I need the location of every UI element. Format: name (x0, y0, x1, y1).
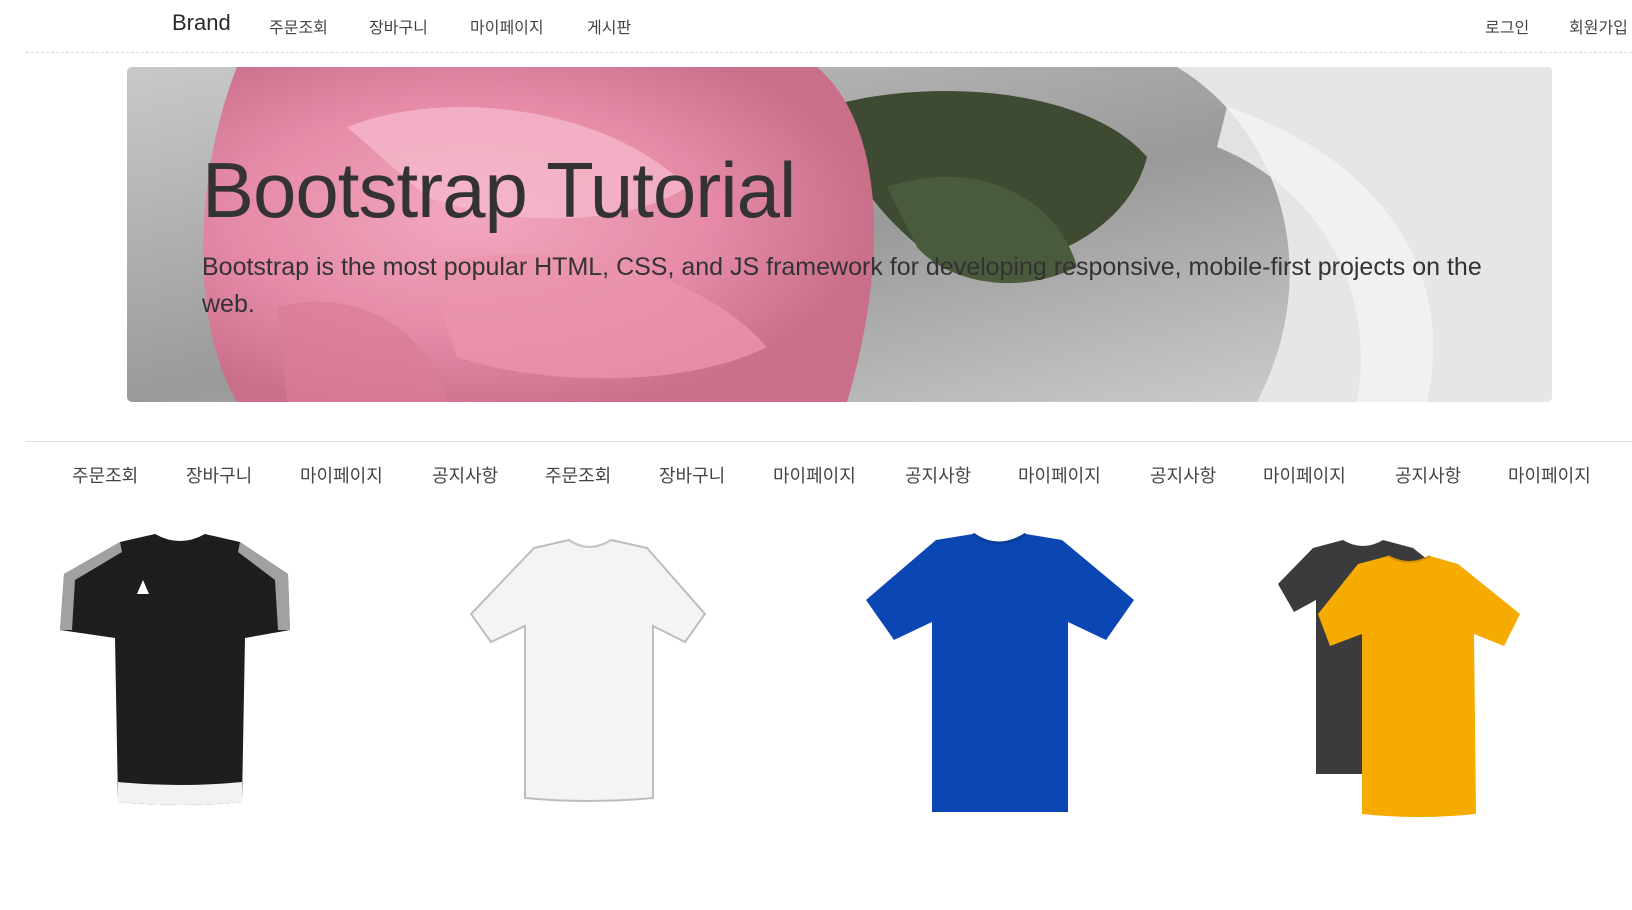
subnav-item-notice-2[interactable]: 공지사항 (905, 462, 971, 488)
subnav-item-mypage[interactable]: 마이페이지 (300, 462, 383, 488)
subnav-item-notice[interactable]: 공지사항 (432, 462, 498, 488)
white-tshirt-image (469, 538, 707, 802)
subnav-item-order-lookup[interactable]: 주문조회 (72, 462, 138, 488)
nav-link-signup[interactable]: 회원가입 (1569, 14, 1628, 38)
jumbotron-title: Bootstrap Tutorial (202, 146, 796, 234)
subnav-item-cart[interactable]: 장바구니 (186, 462, 252, 488)
nav-link-order-lookup[interactable]: 주문조회 (269, 14, 328, 38)
nav-link-cart[interactable]: 장바구니 (369, 14, 428, 38)
product-card-blue-tshirt[interactable] (848, 530, 1148, 830)
subnav-item-notice-3[interactable]: 공지사항 (1150, 462, 1216, 488)
product-card-white-tshirt[interactable] (439, 530, 739, 830)
top-navbar: Brand 주문조회 장바구니 마이페이지 게시판 로그인 회원가입 (26, 0, 1632, 53)
brand-link[interactable]: Brand (172, 10, 231, 36)
subnav-item-mypage-2[interactable]: 마이페이지 (773, 462, 856, 488)
nav-link-board[interactable]: 게시판 (587, 14, 631, 38)
blue-tshirt-image (866, 532, 1134, 812)
nav-link-login[interactable]: 로그인 (1485, 14, 1529, 38)
subnav-item-mypage-4[interactable]: 마이페이지 (1263, 462, 1346, 488)
nav-link-mypage[interactable]: 마이페이지 (470, 14, 544, 38)
secondary-nav: 주문조회 장바구니 마이페이지 공지사항 주문조회 장바구니 마이페이지 공지사… (26, 441, 1632, 504)
product-card-black-tshirt[interactable] (30, 530, 330, 830)
subnav-item-mypage-3[interactable]: 마이페이지 (1018, 462, 1101, 488)
subnav-item-notice-4[interactable]: 공지사항 (1395, 462, 1461, 488)
subnav-item-cart-2[interactable]: 장바구니 (659, 462, 725, 488)
black-tshirt-image (60, 534, 290, 805)
yellow-tshirt-image (1278, 540, 1520, 817)
product-card-yellow-tshirt[interactable] (1258, 530, 1558, 830)
jumbotron-text: Bootstrap is the most popular HTML, CSS,… (202, 253, 1482, 318)
subnav-item-mypage-5[interactable]: 마이페이지 (1508, 462, 1591, 488)
jumbotron: Bootstrap Tutorial Bootstrap is the most… (127, 67, 1552, 402)
subnav-item-order-lookup-2[interactable]: 주문조회 (545, 462, 611, 488)
